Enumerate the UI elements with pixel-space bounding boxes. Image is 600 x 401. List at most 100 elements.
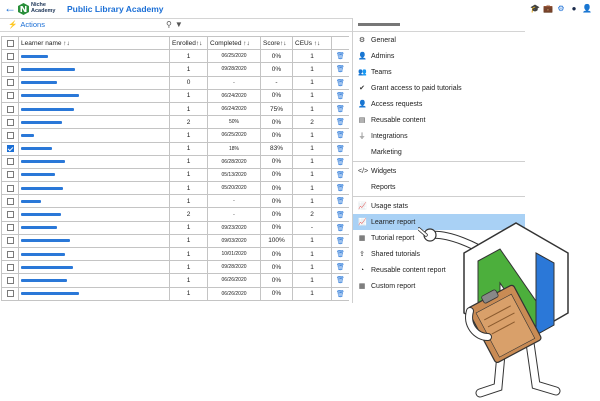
sidebar-item-grant-access-to-paid-tutorials[interactable]: ✔ Grant access to paid tutorials <box>353 80 525 96</box>
row-checkbox-cell[interactable] <box>1 246 19 262</box>
row-checkbox[interactable] <box>6 158 14 166</box>
row-checkbox-cell[interactable] <box>1 88 19 103</box>
delete-cell[interactable]: 🗑 <box>331 167 349 183</box>
table-row[interactable]: 1 10/01/2020 0% 1 🗑 <box>1 246 349 262</box>
table-row[interactable]: 2 50% 0% 2 🗑 <box>1 115 349 130</box>
delete-cell[interactable]: 🗑 <box>331 75 349 90</box>
sidebar-item-reusable-content[interactable]: ▤ Reusable content <box>353 112 525 128</box>
table-row[interactable]: 1 05/20/2020 0% 1 🗑 <box>1 181 349 196</box>
sidebar-item-usage-stats[interactable]: 📈 Usage stats <box>353 198 525 214</box>
learner-name-cell[interactable] <box>18 167 170 183</box>
row-checkbox[interactable] <box>6 211 14 219</box>
trash-icon[interactable]: 🗑 <box>336 198 345 205</box>
learner-name-cell[interactable] <box>18 128 170 143</box>
table-row[interactable]: 1 09/28/2020 0% 1 🗑 <box>1 62 349 77</box>
delete-cell[interactable]: 🗑 <box>331 260 349 275</box>
learner-name-cell[interactable] <box>18 115 170 130</box>
table-row[interactable]: 1 05/13/2020 0% 1 🗑 <box>1 167 349 183</box>
row-checkbox[interactable] <box>6 250 14 258</box>
dark-circle-icon[interactable]: ● <box>569 3 579 13</box>
row-checkbox-cell[interactable] <box>1 101 19 117</box>
delete-cell[interactable]: 🗑 <box>331 62 349 77</box>
delete-cell[interactable]: 🗑 <box>331 194 349 209</box>
row-checkbox[interactable] <box>6 92 14 100</box>
trash-icon[interactable]: 🗑 <box>336 238 345 245</box>
filter-icon[interactable]: ▼ <box>175 20 183 29</box>
delete-cell[interactable]: 🗑 <box>331 88 349 103</box>
row-checkbox-cell[interactable] <box>1 260 19 275</box>
delete-cell[interactable]: 🗑 <box>331 101 349 117</box>
sidebar-item-teams[interactable]: 👥 Teams <box>353 64 525 80</box>
learner-name-cell[interactable] <box>18 62 170 77</box>
col-score[interactable]: Score↑↓ <box>260 36 293 51</box>
row-checkbox-cell[interactable] <box>1 115 19 130</box>
row-checkbox-cell[interactable] <box>1 75 19 90</box>
row-checkbox[interactable] <box>6 290 14 298</box>
select-all-checkbox[interactable] <box>6 39 14 47</box>
user-icon[interactable]: 👤 <box>582 3 592 13</box>
table-row[interactable]: 1 06/25/2020 0% 1 🗑 <box>1 49 349 64</box>
row-checkbox-cell[interactable] <box>1 62 19 77</box>
trash-icon[interactable]: 🗑 <box>336 159 345 166</box>
row-checkbox[interactable] <box>6 52 14 60</box>
learner-name-cell[interactable] <box>18 246 170 262</box>
learner-name-cell[interactable] <box>18 286 170 301</box>
row-checkbox[interactable] <box>6 105 14 113</box>
graduation-cap-icon[interactable]: 🎓 <box>530 3 540 13</box>
table-row[interactable]: 0- -1 🗑 <box>1 75 349 90</box>
trash-icon[interactable]: 🗑 <box>336 185 345 192</box>
trash-icon[interactable]: 🗑 <box>336 277 345 284</box>
trash-icon[interactable]: 🗑 <box>336 132 345 139</box>
trash-icon[interactable]: 🗑 <box>336 106 345 113</box>
row-checkbox-cell[interactable] <box>1 207 19 222</box>
trash-icon[interactable]: 🗑 <box>336 225 345 232</box>
row-checkbox-cell[interactable] <box>1 220 19 235</box>
row-checkbox[interactable] <box>6 224 14 232</box>
sidebar-item-reports[interactable]: Reports <box>353 179 525 195</box>
table-row[interactable]: 1 06/26/2020 0% 1 🗑 <box>1 286 349 301</box>
delete-cell[interactable]: 🗑 <box>331 49 349 64</box>
col-enrolled[interactable]: Enrolled↑↓ <box>169 36 208 51</box>
delete-cell[interactable]: 🗑 <box>331 220 349 235</box>
row-checkbox-cell[interactable] <box>1 154 19 169</box>
col-learner-name[interactable]: Learner name ↑↓ <box>18 36 170 51</box>
learner-name-cell[interactable] <box>18 75 170 90</box>
delete-cell[interactable]: 🗑 <box>331 273 349 288</box>
row-checkbox[interactable] <box>6 131 14 139</box>
trash-icon[interactable]: 🗑 <box>336 212 345 219</box>
table-row[interactable]: 1 06/24/2020 75% 1 🗑 <box>1 101 349 117</box>
delete-cell[interactable]: 🗑 <box>331 154 349 169</box>
delete-cell[interactable]: 🗑 <box>331 207 349 222</box>
learner-name-cell[interactable] <box>18 101 170 117</box>
learner-name-cell[interactable] <box>18 207 170 222</box>
trash-icon[interactable]: 🗑 <box>336 172 345 179</box>
learner-name-cell[interactable] <box>18 181 170 196</box>
search-icon[interactable]: ⚲ <box>166 20 172 29</box>
row-checkbox[interactable] <box>6 276 14 284</box>
learner-name-cell[interactable] <box>18 194 170 209</box>
col-ceus[interactable]: CEUs ↑↓ <box>292 36 332 51</box>
trash-icon[interactable]: 🗑 <box>336 53 345 60</box>
row-checkbox[interactable] <box>6 65 14 73</box>
gear-icon[interactable]: ⚙ <box>556 3 566 13</box>
row-checkbox[interactable] <box>6 197 14 205</box>
row-checkbox[interactable] <box>6 237 14 245</box>
trash-icon[interactable]: 🗑 <box>336 93 345 100</box>
row-checkbox-cell[interactable] <box>1 194 19 209</box>
row-checkbox[interactable] <box>6 79 14 87</box>
table-row[interactable]: 1 06/26/2020 0% 1 🗑 <box>1 273 349 288</box>
learner-name-cell[interactable] <box>18 220 170 235</box>
sidebar-item-marketing[interactable]: Marketing <box>353 144 525 160</box>
trash-icon[interactable]: 🗑 <box>336 251 345 258</box>
learner-name-cell[interactable] <box>18 154 170 169</box>
delete-cell[interactable]: 🗑 <box>331 115 349 130</box>
row-checkbox-cell[interactable] <box>1 128 19 143</box>
select-all-cell[interactable] <box>1 36 19 51</box>
row-checkbox-cell[interactable] <box>1 167 19 183</box>
trash-icon[interactable]: 🗑 <box>336 80 345 87</box>
trash-icon[interactable]: 🗑 <box>336 291 345 298</box>
sidebar-item-access-requests[interactable]: 👤 Access requests <box>353 96 525 112</box>
table-row[interactable]: 1 06/28/2020 0% 1 🗑 <box>1 154 349 169</box>
delete-cell[interactable]: 🗑 <box>331 128 349 143</box>
trash-icon[interactable]: 🗑 <box>336 146 345 153</box>
